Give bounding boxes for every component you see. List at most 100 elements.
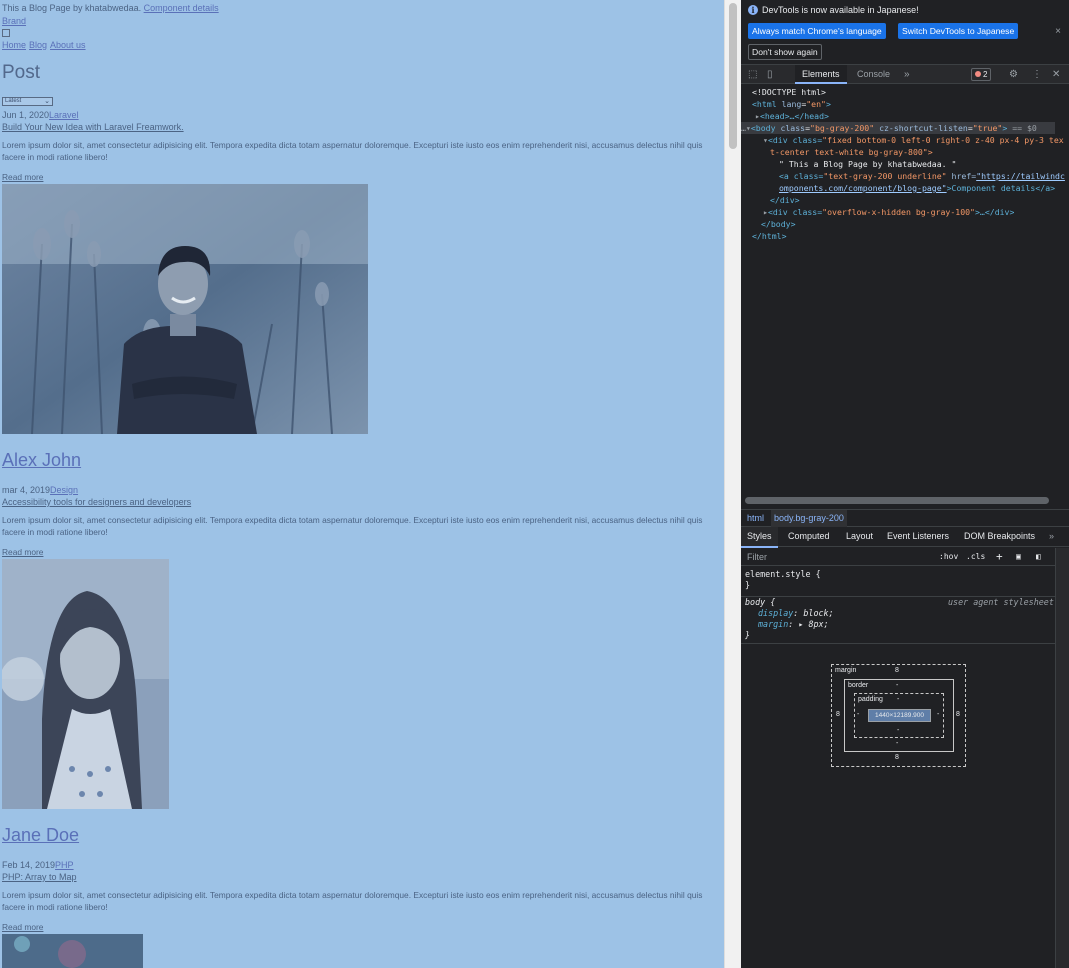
post-category-link[interactable]: Laravel (49, 110, 79, 120)
device-toolbar-icon[interactable]: ▯ (767, 65, 773, 84)
tab-dom-breakpoints[interactable]: DOM Breakpoints (964, 527, 1035, 546)
box-padding-top[interactable]: - (897, 696, 899, 703)
dom-anchor[interactable]: <a class="text-gray-200 underline" href=… (779, 170, 1065, 182)
box-margin-bottom[interactable]: 8 (895, 754, 899, 761)
dom-body-selected[interactable]: …▾<body class="bg-gray-200" cz-shortcut-… (741, 122, 1055, 134)
margin-decl[interactable]: margin: ▸ 8px; (758, 619, 829, 631)
dom-div-fixed[interactable]: ▾<div class="fixed bottom-0 left-0 right… (763, 134, 1064, 146)
box-padding-left[interactable]: - (857, 711, 859, 718)
more-tabs-icon[interactable]: » (904, 65, 910, 84)
box-border-bottom[interactable]: - (896, 740, 898, 747)
post-date: mar 4, 2019 (2, 485, 51, 495)
webpage-viewport: This a Blog Page by khatabwedaa. Compone… (0, 0, 724, 968)
author-name-link[interactable]: Alex John (2, 450, 81, 471)
dom-body-close: </body> (761, 219, 796, 229)
box-margin-left[interactable]: 8 (836, 711, 840, 718)
post-title-link[interactable]: Build Your New Idea with Laravel Freamwo… (2, 121, 720, 133)
cls-toggle[interactable]: .cls (966, 548, 985, 566)
devtools-panel: i DevTools is now available in Japanese! … (741, 0, 1069, 968)
dom-div-fixed-cont: t-center text-white bg-gray-800"> (770, 147, 933, 157)
settings-gear-icon[interactable]: ⚙ (1009, 65, 1018, 84)
error-icon (975, 71, 981, 77)
close-icon[interactable]: × (1055, 26, 1061, 37)
nav-about[interactable]: About us (50, 40, 86, 50)
dom-doctype[interactable]: <!DOCTYPE html> (752, 86, 826, 98)
hov-toggle[interactable]: :hov (939, 548, 958, 566)
box-padding-right[interactable]: - (937, 711, 939, 718)
author-name-link[interactable]: Jane Doe (2, 825, 79, 846)
dom-head[interactable]: ▸<head>…</head> (755, 110, 829, 122)
inspect-icon[interactable]: ⬚ (748, 65, 757, 84)
rule-close: } (745, 580, 751, 590)
box-margin-top[interactable]: 8 (895, 667, 899, 674)
dom-div-close: </div> (770, 195, 800, 205)
chevron-down-icon: ⌄ (44, 98, 50, 105)
dom-div-overflow[interactable]: ▸<div class="overflow-x-hidden bg-gray-1… (763, 206, 1014, 218)
box-border-label: border (848, 682, 869, 689)
close-devtools-icon[interactable]: ✕ (1052, 65, 1060, 84)
read-more-link[interactable]: Read more (2, 546, 720, 558)
box-model-diagram: margin 8 8 8 8 border - - padding - - - … (831, 664, 966, 767)
box-border-top[interactable]: - (896, 682, 898, 689)
switch-japanese-button[interactable]: Switch DevTools to Japanese (898, 23, 1019, 39)
element-style-rule[interactable]: element.style { (745, 569, 821, 581)
dom-text-node[interactable]: " This a Blog Page by khatabwedaa. " (779, 158, 956, 170)
post-card: Feb 14, 2019PHP PHP: Array to Map Lorem … (2, 859, 720, 933)
breadcrumb: html body.bg-gray-200 (741, 509, 1069, 527)
box-padding-bottom[interactable]: - (897, 727, 899, 734)
scrollbar-thumb[interactable] (729, 3, 737, 149)
display-decl[interactable]: display: block; (758, 608, 834, 620)
error-count: 2 (983, 70, 988, 79)
page-title: Post (2, 62, 41, 83)
post-category-link[interactable]: PHP (55, 860, 74, 870)
crumb-body[interactable]: body.bg-gray-200 (771, 510, 847, 527)
box-margin-right[interactable]: 8 (956, 711, 960, 718)
box-content-size[interactable]: 1440×12189.900 (868, 709, 931, 722)
brand-link[interactable]: Brand (2, 16, 26, 26)
post-title-link[interactable]: Accessibility tools for designers and de… (2, 496, 720, 508)
nav-blog[interactable]: Blog (29, 40, 47, 50)
body-rule-selector[interactable]: body { (745, 597, 775, 609)
tab-elements[interactable]: Elements (795, 65, 847, 84)
banner: This a Blog Page by khatabwedaa. Compone… (2, 3, 219, 15)
filter-input[interactable]: Filter (747, 548, 767, 566)
read-more-link[interactable]: Read more (2, 171, 720, 183)
nav-home[interactable]: Home (2, 40, 26, 50)
post-category-link[interactable]: Design (50, 485, 78, 495)
post-card: mar 4, 2019Design Accessibility tools fo… (2, 484, 720, 558)
notice-text: DevTools is now available in Japanese! (762, 5, 919, 15)
add-rule-icon[interactable]: + (996, 548, 1003, 566)
main-nav: Home Blog About us (2, 40, 89, 50)
paint-icon[interactable]: ▣ (1016, 548, 1021, 566)
component-details-link[interactable]: Component details (144, 3, 219, 13)
tab-event-listeners[interactable]: Event Listeners (887, 527, 949, 546)
kebab-menu-icon[interactable]: ⋮ (1032, 65, 1042, 84)
sort-select[interactable]: Latest ⌄ (2, 97, 53, 106)
box-margin-label: margin (835, 667, 857, 674)
sidebar-toggle-icon[interactable]: ◧ (1036, 548, 1041, 566)
author-photo-alex (2, 184, 368, 434)
more-tabs-icon[interactable]: » (1049, 527, 1054, 546)
error-badge[interactable]: 2 (971, 68, 992, 81)
ua-stylesheet-label: user agent stylesheet (948, 597, 1054, 607)
tab-console[interactable]: Console (857, 65, 890, 84)
menu-toggle-checkbox[interactable] (2, 29, 10, 37)
match-language-button[interactable]: Always match Chrome's language (748, 23, 886, 39)
post-body: Lorem ipsum dolor sit, amet consectetur … (2, 890, 703, 912)
tab-styles[interactable]: Styles (741, 527, 778, 548)
dom-html-close: </html> (752, 231, 787, 241)
dont-show-again-button[interactable]: Don't show again (748, 44, 822, 60)
styles-scrollbar[interactable] (1055, 548, 1069, 968)
post-title-link[interactable]: PHP: Array to Map (2, 871, 720, 883)
styles-tabbar: Styles Computed Layout Event Listeners D… (741, 527, 1069, 548)
post-date: Feb 14, 2019 (2, 860, 56, 870)
read-more-link[interactable]: Read more (2, 921, 720, 933)
tab-computed[interactable]: Computed (788, 527, 830, 546)
dom-hscrollbar[interactable] (745, 497, 1049, 504)
page-scrollbar[interactable] (724, 0, 741, 968)
dom-anchor-cont: omponents.com/component/blog-page">Compo… (779, 183, 1056, 193)
dom-html[interactable]: <html lang="en"> (752, 98, 831, 110)
crumb-html[interactable]: html (747, 510, 764, 527)
devtools-tabbar: ⬚ ▯ Elements Console » 2 ⚙ ⋮ ✕ (741, 64, 1069, 84)
tab-layout[interactable]: Layout (846, 527, 873, 546)
